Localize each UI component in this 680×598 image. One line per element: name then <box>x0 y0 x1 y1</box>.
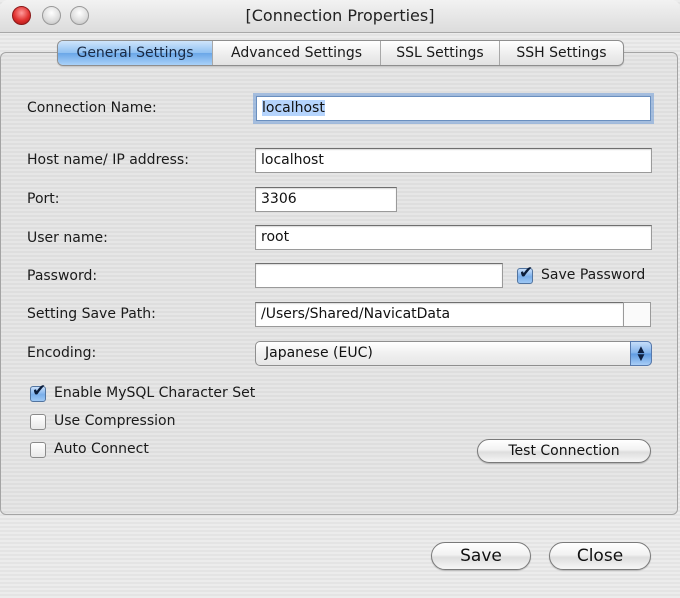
enable-mysql-charset-label: Enable MySQL Character Set <box>54 385 256 401</box>
port-label: Port: <box>27 191 60 207</box>
encoding-selected-value: Japanese (EUC) <box>265 345 373 361</box>
auto-connect-label: Auto Connect <box>54 441 149 457</box>
tab-general-settings[interactable]: General Settings <box>58 41 212 65</box>
window-title: [Connection Properties] <box>245 6 435 25</box>
tab-ssh-settings[interactable]: SSH Settings <box>499 41 623 65</box>
check-icon: ✔ <box>32 381 47 401</box>
connection-name-label: Connection Name: <box>27 100 157 116</box>
port-input[interactable]: 3306 <box>255 187 397 212</box>
tab-advanced-settings[interactable]: Advanced Settings <box>212 41 380 65</box>
encoding-select[interactable]: Japanese (EUC) ▲ ▼ <box>255 341 652 366</box>
save-button[interactable]: Save <box>431 542 531 570</box>
host-label: Host name/ IP address: <box>27 152 189 168</box>
user-name-label: User name: <box>27 230 108 246</box>
save-path-label: Setting Save Path: <box>27 306 156 322</box>
tab-bar: General Settings Advanced Settings SSL S… <box>57 40 624 66</box>
connection-name-value: localhost <box>262 100 325 116</box>
save-path-input[interactable]: /Users/Shared/NavicatData <box>255 302 624 327</box>
use-compression-checkbox[interactable] <box>30 414 46 430</box>
save-password-label: Save Password <box>541 267 646 283</box>
connection-name-input[interactable]: localhost <box>256 96 651 121</box>
use-compression-label: Use Compression <box>54 413 176 429</box>
encoding-label: Encoding: <box>27 345 97 361</box>
tab-ssl-settings[interactable]: SSL Settings <box>380 41 499 65</box>
test-connection-button[interactable]: Test Connection <box>477 439 651 463</box>
popup-arrows-icon: ▲ ▼ <box>630 341 652 366</box>
host-input[interactable]: localhost <box>255 148 652 173</box>
close-button[interactable]: Close <box>549 542 651 570</box>
title-bar: [Connection Properties] <box>0 0 680 33</box>
user-name-input[interactable]: root <box>255 225 652 250</box>
save-password-checkbox[interactable]: ✔ <box>517 263 533 284</box>
password-input[interactable] <box>255 263 503 288</box>
auto-connect-checkbox[interactable] <box>30 442 46 458</box>
check-icon: ✔ <box>519 263 534 283</box>
enable-mysql-charset-checkbox[interactable]: ✔ <box>30 381 46 402</box>
password-label: Password: <box>27 268 98 284</box>
browse-path-button[interactable] <box>623 302 651 327</box>
